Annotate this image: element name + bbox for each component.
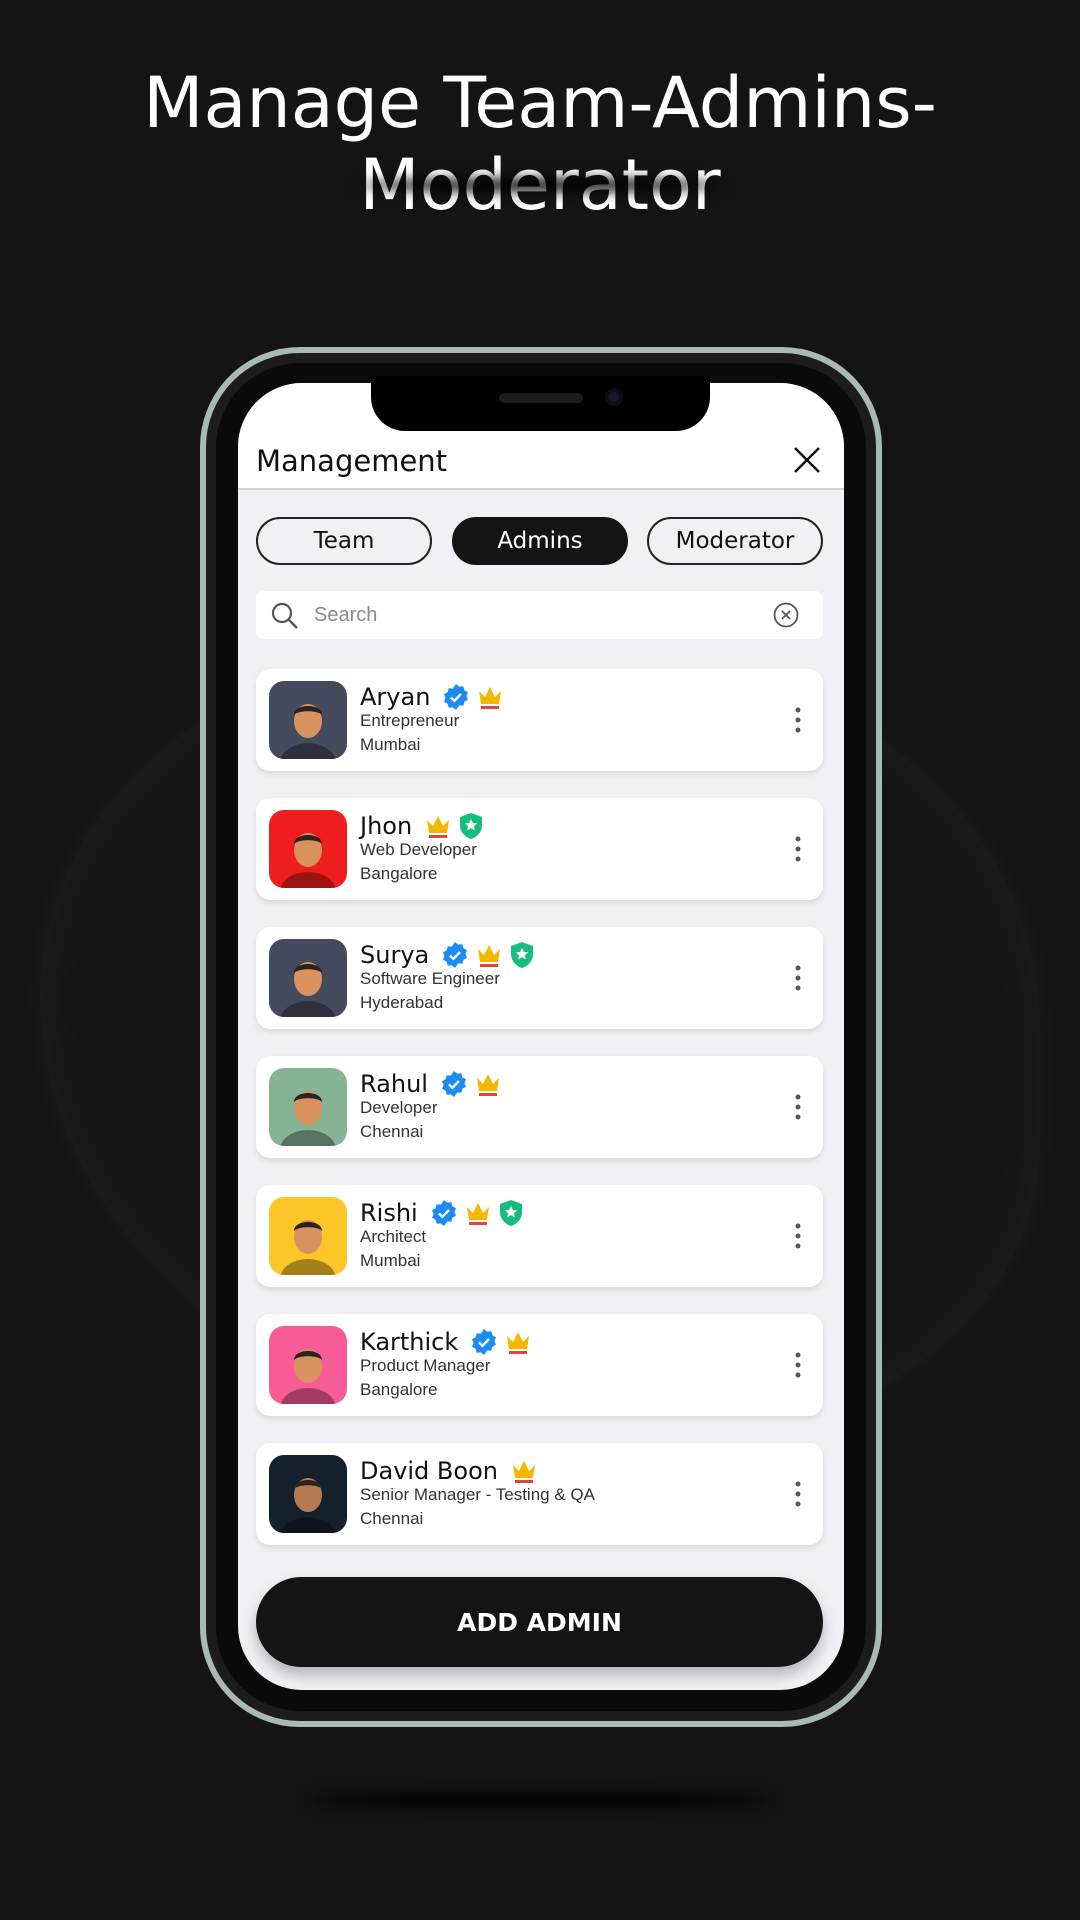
close-icon[interactable] (792, 445, 822, 475)
more-options-icon[interactable] (793, 1221, 803, 1251)
member-city: Bangalore (360, 1380, 438, 1399)
verified-icon (431, 1200, 456, 1226)
admin-card[interactable]: Surya Software Engineer Hyderabad (256, 927, 823, 1029)
member-role: Web Developer (360, 840, 477, 859)
badges (442, 683, 504, 711)
clear-search-icon[interactable] (773, 602, 799, 628)
member-city: Mumbai (360, 1251, 421, 1270)
avatar (269, 810, 347, 888)
member-name: Jhon (360, 812, 413, 840)
member-name: David Boon (360, 1457, 498, 1485)
member-role: Developer (360, 1098, 438, 1117)
add-admin-button[interactable]: ADD ADMIN (256, 1577, 823, 1667)
admin-card[interactable]: Rahul Developer Chennai (256, 1056, 823, 1158)
camera (605, 388, 623, 406)
crown-icon (507, 1332, 530, 1354)
member-name: Surya (360, 941, 430, 969)
member-role: Entrepreneur (360, 711, 460, 730)
avatar (269, 1068, 347, 1146)
badges (441, 941, 535, 969)
speaker (499, 393, 583, 403)
search-bar (256, 591, 823, 639)
shield-icon (511, 942, 534, 968)
badges (440, 1070, 502, 1098)
badges (430, 1199, 524, 1227)
crown-icon (478, 945, 501, 967)
crown-icon (476, 1074, 499, 1096)
phone-shadow (310, 1792, 770, 1808)
badges (424, 812, 484, 840)
member-role: Product Manager (360, 1356, 491, 1375)
more-options-icon[interactable] (793, 1479, 803, 1509)
more-options-icon[interactable] (793, 705, 803, 735)
member-city: Chennai (360, 1509, 424, 1528)
member-city: Hyderabad (360, 993, 444, 1012)
more-options-icon[interactable] (793, 1092, 803, 1122)
member-name: Rishi (360, 1199, 418, 1227)
member-role: Senior Manager - Testing & QA (360, 1485, 595, 1504)
tab-team[interactable]: Team (256, 517, 432, 565)
crown-icon (466, 1203, 489, 1225)
search-icon (271, 602, 298, 629)
member-name: Aryan (360, 683, 431, 711)
admin-card[interactable]: David Boon Senior Manager - Testing & QA… (256, 1443, 823, 1545)
badges (510, 1457, 538, 1485)
shield-icon (499, 1200, 522, 1226)
badges (470, 1328, 532, 1356)
verified-icon (441, 1071, 466, 1097)
more-options-icon[interactable] (793, 1350, 803, 1380)
admin-card[interactable]: Karthick Product Manager Bangalore (256, 1314, 823, 1416)
shield-icon (460, 813, 483, 839)
tab-moderator[interactable]: Moderator (647, 517, 823, 565)
avatar (269, 1197, 347, 1275)
phone-notch (371, 376, 710, 431)
member-name: Rahul (360, 1070, 428, 1098)
crown-icon (479, 687, 502, 709)
member-city: Mumbai (360, 735, 421, 754)
tab-admins[interactable]: Admins (452, 517, 628, 565)
member-name: Karthick (360, 1328, 459, 1356)
admin-card[interactable]: Jhon Web Developer Bangalore (256, 798, 823, 900)
avatar (269, 1455, 347, 1533)
admin-card[interactable]: Rishi Architect Mumbai (256, 1185, 823, 1287)
crown-icon (512, 1461, 535, 1483)
verified-icon (444, 684, 469, 710)
admin-card[interactable]: Aryan Entrepreneur Mumbai (256, 669, 823, 771)
avatar (269, 681, 347, 759)
more-options-icon[interactable] (793, 834, 803, 864)
avatar (269, 939, 347, 1017)
crown-icon (427, 816, 450, 838)
avatar (269, 1326, 347, 1404)
verified-icon (472, 1329, 497, 1355)
member-role: Architect (360, 1227, 427, 1246)
search-input[interactable] (314, 591, 754, 639)
title-shadow (360, 178, 720, 192)
member-city: Chennai (360, 1122, 424, 1141)
header-title: Management (256, 444, 448, 478)
member-role: Software Engineer (360, 969, 500, 988)
member-city: Bangalore (360, 864, 438, 883)
verified-icon (443, 942, 468, 968)
page-title: Manage Team-Admins-Moderator (143, 62, 937, 226)
more-options-icon[interactable] (793, 963, 803, 993)
